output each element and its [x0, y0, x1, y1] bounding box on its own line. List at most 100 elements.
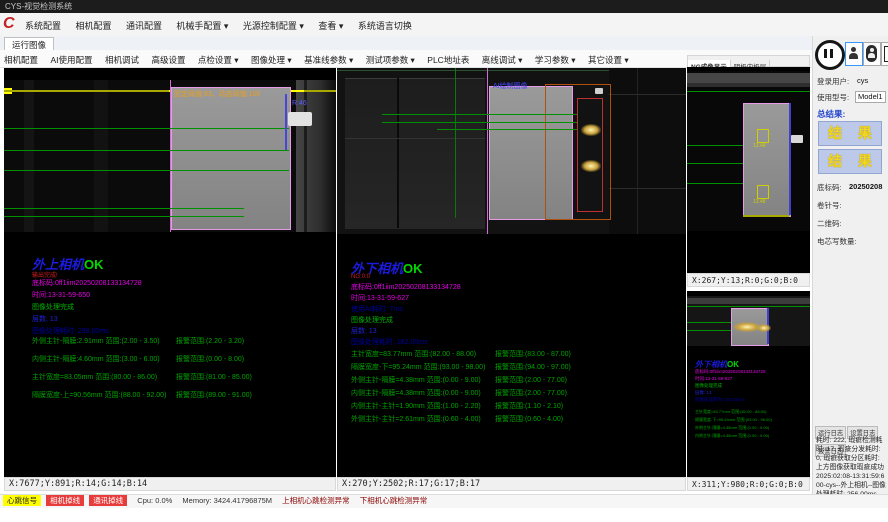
cell-write-count-label: 电芯写数量:	[817, 236, 857, 247]
tool-ai-config[interactable]: AI使用配置	[46, 50, 96, 66]
right-measure-row: 外侧主针-主针=2.61mm 范围:(0.60 - 4.00)	[351, 414, 481, 424]
bottom-code-label: 底标码:	[817, 182, 842, 193]
window-title: CYS-视觉检测系统	[5, 2, 72, 11]
right-result-time: 时间:13-31-59-627	[351, 293, 409, 303]
model-select[interactable]: Model1	[855, 91, 886, 103]
right-measure-row: 外侧主针-隔膜=4.38mm 范围:(0.00 - 9.00)	[351, 375, 481, 385]
exit-door-icon	[884, 46, 888, 62]
menu-camera-config[interactable]: 相机配置	[70, 13, 116, 32]
ng-marker-label: 13.48	[753, 143, 766, 149]
left-camera-image: 固定阈值:93，动态阈值:100 R:46	[4, 80, 336, 232]
exit-button[interactable]: →	[881, 42, 888, 66]
login-user-value[interactable]: cys	[857, 76, 868, 85]
tool-other-settings[interactable]: 其它设置 ▾	[584, 50, 633, 66]
mini-measure-row: 主针宽度=83.77mm 范围:(82.00 - 88.00)	[695, 409, 766, 415]
left-alarm-col: 报警范围:(2.20 - 3.20)	[176, 336, 244, 346]
right-camera-panel[interactable]: AI绘制图像 外下相机OK NG:0:0 底标码:0ff1iim20250208…	[337, 68, 686, 477]
tool-spot-check[interactable]: 点检设置 ▾	[194, 50, 243, 66]
ng-cell-region	[743, 103, 791, 217]
right-measure-row: 内侧主针-主针=1.90mm 范围:(1.00 - 2.20)	[351, 401, 481, 411]
right-measure-row: 内侧主针-隔膜=4.38mm 范围:(0.00 - 9.00)	[351, 388, 481, 398]
view-tabs-row: 运行图像	[0, 36, 888, 51]
right-alarm-col: 报警范围:(1.10 - 2.10)	[495, 401, 563, 411]
left-camera-panel[interactable]: 固定阈值:93，动态阈值:100 R:46 外上相机OK 输出完成! 底标码:0…	[4, 68, 336, 477]
window-titlebar[interactable]: CYS-视觉检测系统	[0, 0, 888, 13]
menu-light-config[interactable]: 光源控制配置 ▾	[238, 13, 309, 32]
right-result-layers: 层数: 13	[351, 326, 377, 336]
right-defect-glow	[581, 160, 601, 172]
right-measure-row: 主针宽度=83.77mm 范围:(82.00 - 88.00)	[351, 349, 476, 359]
person-dark-icon	[866, 45, 877, 62]
left-blue-edge-line	[285, 94, 287, 150]
menu-view[interactable]: 查看 ▾	[313, 13, 348, 32]
left-result-ok: OK	[84, 257, 104, 272]
right-alarm-col: 报警范围:(2.00 - 77.00)	[495, 375, 567, 385]
ng-preview-panel[interactable]: 13.48 13.48	[687, 67, 810, 273]
right-result-note: NG:0:0	[351, 274, 370, 280]
tool-camera-config[interactable]: 相机配置	[0, 50, 42, 66]
right-result-done: 图像处理完成	[351, 315, 393, 325]
user-login-button[interactable]	[845, 42, 863, 66]
menu-system-config[interactable]: 系统配置	[20, 13, 66, 32]
left-measure-row: 隔膜宽度-上=90.56mm 范围:(88.00 - 92.00)	[32, 390, 166, 400]
person-icon	[851, 47, 856, 52]
right-coords-bar: X:270;Y:2502;R:17;G:17;B:17	[337, 477, 686, 491]
model-label: 使用型号:	[817, 92, 849, 103]
right-measure-row: 隔膜宽度-下=95.24mm 范围:(93.00 - 98.00)	[351, 362, 485, 372]
mini-coords-bar: X:311;Y:980;R:0;G:0;B:0	[687, 477, 810, 491]
lower-camera-warning: 下相机心跳检测异常	[360, 496, 428, 505]
right-camera-image: AI绘制图像	[337, 68, 686, 234]
qr-code-label: 二维码:	[817, 218, 842, 229]
left-threshold-overlay: 固定阈值:93，动态阈值:100	[174, 89, 260, 99]
mini-measure-row: 内侧主针-隔膜=4.38mm 范围:(0.00 - 9.00)	[695, 433, 769, 439]
result-box-upper: 结 果	[818, 121, 882, 146]
tool-advanced-settings[interactable]: 高级设置	[147, 50, 189, 66]
total-result-label: 总结果:	[817, 108, 845, 120]
ng-marker-label: 13.48	[753, 199, 766, 205]
mini-measure-row: 隔膜宽度-下=95.24mm 范围:(93.00 - 98.00)	[695, 417, 772, 423]
needle-number-label: 卷针号:	[817, 200, 842, 211]
left-marker-label: R:46	[292, 100, 307, 107]
left-measure-row: 主针宽度=83.05mm 范围:(80.00 - 86.00)	[32, 372, 157, 382]
result-box-lower: 结 果	[818, 149, 882, 174]
menu-bar: C 系统配置 相机配置 通讯配置 机械手配置 ▾ 光源控制配置 ▾ 查看 ▾ 系…	[0, 13, 888, 37]
right-result-ok: OK	[403, 261, 423, 276]
left-alarm-col: 报警范围:(89.00 - 91.00)	[176, 390, 252, 400]
menu-language[interactable]: 系统语言切换	[353, 13, 417, 32]
mini-result-panel[interactable]: 外下相机OK 底标码:0ff1iim20250208133134728 时间:1…	[687, 291, 810, 477]
tool-image-processing[interactable]: 图像处理 ▾	[247, 50, 296, 66]
mini-result-time: 时间:13-31-59-627	[695, 376, 732, 382]
menu-comm-config[interactable]: 通讯配置	[121, 13, 167, 32]
menu-robot-config[interactable]: 机械手配置 ▾	[171, 13, 233, 32]
left-connector-blob	[288, 112, 312, 126]
log-text[interactable]: 耗时: 222, 瑕疵检测耗时: 17, 瑕疵分发耗时: 0, 瑕疵获取分区耗时…	[816, 436, 886, 499]
upper-camera-warning: 上相机心跳检测异常	[282, 496, 350, 505]
tool-test-params[interactable]: 测试项参数 ▾	[362, 50, 419, 66]
right-alarm-col: 报警范围:(0.60 - 4.00)	[495, 414, 563, 424]
ng-marker-box	[757, 129, 769, 143]
right-defect-glow	[581, 124, 601, 136]
app-logo-icon: C	[3, 15, 19, 33]
user-manage-button[interactable]	[863, 42, 881, 66]
right-red-roi	[577, 98, 603, 212]
app-window: CYS-视觉检测系统 C 系统配置 相机配置 通讯配置 机械手配置 ▾ 光源控制…	[0, 0, 888, 522]
pause-button[interactable]	[815, 40, 845, 70]
left-alarm-col: 报警范围:(81.00 - 85.00)	[176, 372, 252, 382]
login-user-label: 登录用户:	[817, 76, 849, 87]
right-result-elapsed: 图像处理耗时: 182.00ms	[351, 337, 428, 347]
bottom-code-value: 20250208	[849, 182, 882, 191]
ng-coords-bar: X:267;Y:13;R:0;G:0;B:0	[687, 273, 810, 287]
ng-marker-box	[757, 185, 769, 199]
tool-learn-params[interactable]: 学习参数 ▾	[531, 50, 580, 66]
tool-plc-address[interactable]: PLC地址表	[423, 50, 473, 66]
mini-result-done: 图像处理完成	[695, 383, 722, 389]
tool-baseline-params[interactable]: 基准线参数 ▾	[300, 50, 357, 66]
tool-camera-debug[interactable]: 相机调试	[101, 50, 143, 66]
mini-result-layers: 层数: 13	[695, 390, 712, 396]
side-control-panel: → 登录用户: cys 使用型号: Model1 总结果: 结 果 结 果 底标…	[812, 36, 888, 494]
tool-offline-debug[interactable]: 离线调试 ▾	[478, 50, 527, 66]
left-result-time: 时间:13-31-59-650	[32, 290, 90, 300]
ng-panel-tabs: NG成像显示阴极内极层阳极内极层	[687, 55, 810, 67]
comm-offline-badge: 通讯掉线	[89, 495, 127, 506]
mini-result-code: 底标码:0ff1iim20250208133134728	[695, 369, 765, 375]
